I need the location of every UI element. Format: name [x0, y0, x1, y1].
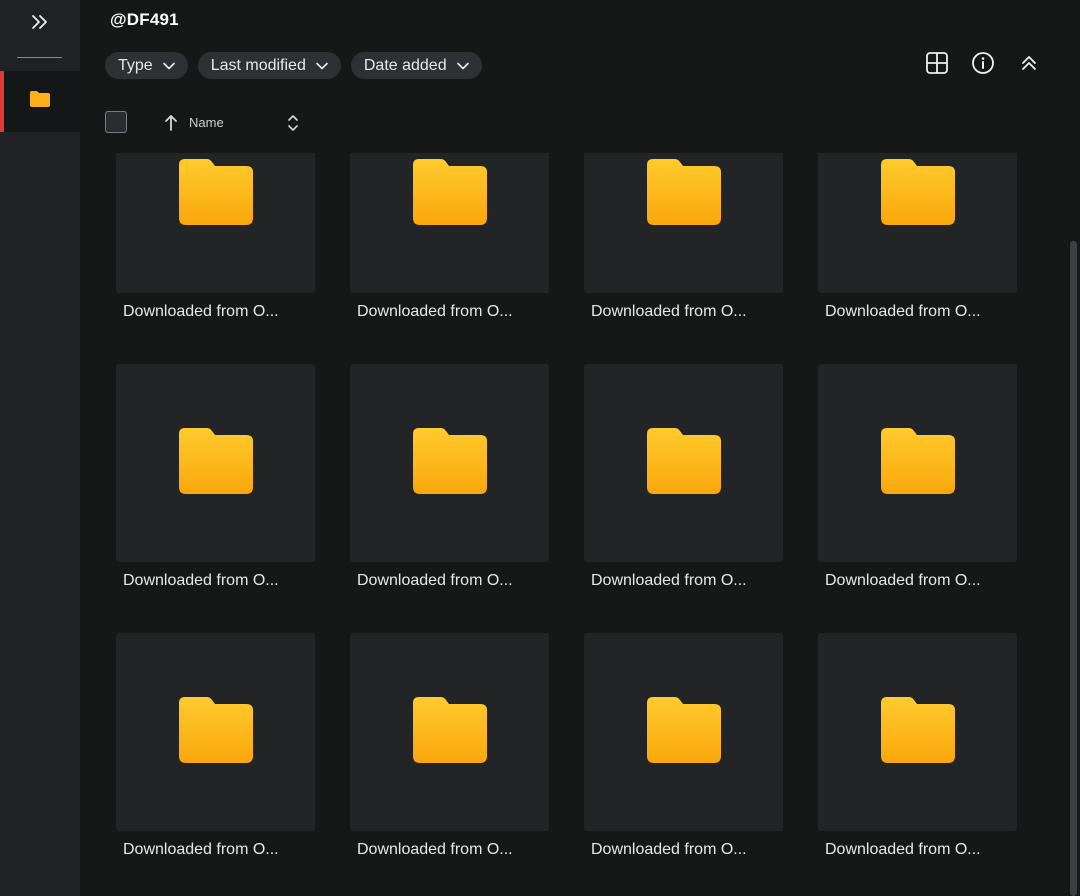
folder-icon	[412, 427, 487, 499]
folder-name: Downloaded from O...	[825, 303, 981, 320]
folder-tile[interactable]: Downloaded from O...	[350, 633, 549, 858]
folder-tile[interactable]: Downloaded from O...	[818, 364, 1017, 589]
folder-thumbnail	[818, 364, 1017, 562]
folder-icon	[29, 90, 51, 113]
folder-icon	[646, 158, 721, 230]
folder-name: Downloaded from O...	[591, 841, 747, 858]
sort-toggle-icon[interactable]	[286, 113, 300, 138]
folder-icon	[178, 696, 253, 768]
info-button[interactable]	[970, 51, 996, 80]
folder-icon	[412, 158, 487, 230]
folder-thumbnail	[350, 364, 549, 562]
folder-icon	[880, 158, 955, 230]
folder-tile[interactable]: Downloaded from O...	[116, 153, 315, 320]
folder-icon	[880, 427, 955, 499]
folder-thumbnail	[350, 633, 549, 831]
folder-tile[interactable]: Downloaded from O...	[584, 633, 783, 858]
folder-name: Downloaded from O...	[825, 572, 981, 589]
filter-label: Date added	[363, 56, 447, 74]
double-chevron-right-icon	[30, 14, 50, 35]
grid-view-icon	[925, 51, 949, 80]
folder-thumbnail	[584, 364, 783, 562]
folder-thumbnail	[350, 153, 549, 293]
folder-icon	[412, 696, 487, 768]
folder-thumbnail	[818, 633, 1017, 831]
folder-icon	[646, 427, 721, 499]
sidebar-item-folders[interactable]	[0, 71, 80, 132]
folder-thumbnail	[584, 153, 783, 293]
chevron-down-icon	[316, 62, 328, 70]
sidebar	[0, 0, 80, 896]
folder-thumbnail	[116, 153, 315, 293]
folder-name: Downloaded from O...	[591, 303, 747, 320]
sidebar-divider	[17, 57, 62, 58]
folder-name: Downloaded from O...	[591, 572, 747, 589]
vertical-scrollbar[interactable]	[1067, 153, 1080, 896]
folder-icon	[178, 427, 253, 499]
filter-type-button[interactable]: Type	[105, 52, 188, 79]
column-name-header[interactable]: Name	[189, 115, 224, 130]
folder-tile[interactable]: Downloaded from O...	[584, 364, 783, 589]
folder-thumbnail	[116, 364, 315, 562]
chevron-down-icon	[456, 62, 469, 70]
folder-name: Downloaded from O...	[123, 303, 279, 320]
folder-thumbnail	[818, 153, 1017, 293]
folder-tile[interactable]: Downloaded from O...	[818, 153, 1017, 320]
arrow-up-icon[interactable]	[163, 114, 179, 136]
folder-thumbnail	[584, 633, 783, 831]
expand-sidebar-button[interactable]	[20, 6, 60, 42]
filter-label: Type	[118, 56, 153, 74]
filter-date-added-button[interactable]: Date added	[350, 52, 482, 79]
select-all-checkbox[interactable]	[105, 111, 127, 133]
scrollbar-thumb[interactable]	[1070, 241, 1077, 896]
chevron-down-icon	[162, 62, 175, 70]
page-title: @DF491	[110, 10, 179, 29]
file-grid: Downloaded from O... Downloaded from O..…	[116, 153, 1017, 858]
double-chevron-up-icon	[1019, 53, 1039, 78]
folder-tile[interactable]: Downloaded from O...	[584, 153, 783, 320]
folder-tile[interactable]: Downloaded from O...	[350, 364, 549, 589]
folder-tile[interactable]: Downloaded from O...	[116, 364, 315, 589]
folder-name: Downloaded from O...	[123, 572, 279, 589]
folder-icon	[646, 696, 721, 768]
filter-label: Last modified	[210, 56, 306, 74]
info-icon	[971, 51, 995, 80]
folder-icon	[880, 696, 955, 768]
folder-tile[interactable]: Downloaded from O...	[116, 633, 315, 858]
folder-name: Downloaded from O...	[357, 841, 513, 858]
folder-thumbnail	[116, 633, 315, 831]
folder-name: Downloaded from O...	[123, 841, 279, 858]
active-indicator	[0, 71, 4, 132]
folder-tile[interactable]: Downloaded from O...	[818, 633, 1017, 858]
folder-name: Downloaded from O...	[357, 572, 513, 589]
folder-name: Downloaded from O...	[357, 303, 513, 320]
collapse-header-button[interactable]	[1016, 52, 1042, 78]
folder-name: Downloaded from O...	[825, 841, 981, 858]
grid-view-button[interactable]	[924, 51, 950, 80]
folder-tile[interactable]: Downloaded from O...	[350, 153, 549, 320]
folder-icon	[178, 158, 253, 230]
file-grid-viewport: Downloaded from O... Downloaded from O..…	[80, 153, 1066, 896]
filter-last-modified-button[interactable]: Last modified	[197, 52, 341, 79]
filter-bar: Type Last modified Date added	[105, 52, 482, 79]
view-toolbar	[924, 51, 1042, 80]
